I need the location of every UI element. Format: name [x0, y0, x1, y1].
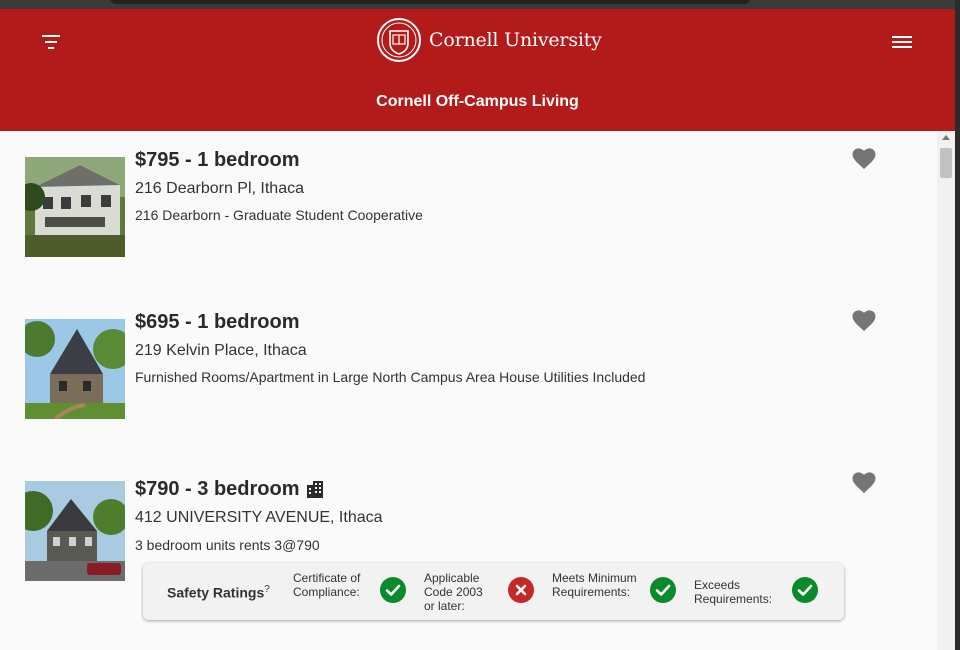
safety-ratings-card: Safety Ratings? Certificate of Complianc…	[143, 563, 844, 620]
safety-item-label: Meets Minimum Requirements:	[552, 571, 637, 599]
favorite-button[interactable]	[852, 472, 876, 494]
hamburger-menu-icon	[892, 36, 912, 48]
listing-description: 3 bedroom units rents 3@790	[135, 537, 320, 553]
brand-name: Cornell University	[429, 29, 602, 51]
heart-icon	[852, 472, 876, 493]
safety-item-label: Certificate of Compliance:	[293, 571, 361, 599]
scrollbar[interactable]	[937, 131, 955, 650]
window-edge	[955, 0, 960, 650]
menu-button[interactable]	[889, 31, 915, 53]
app-header: Cornell University Cornell Off-Campus Li…	[0, 9, 955, 131]
browser-address-bar[interactable]	[110, 0, 750, 4]
favorite-button[interactable]	[852, 148, 876, 170]
building-icon	[306, 481, 323, 498]
heart-icon	[852, 310, 876, 331]
listing-price[interactable]: $695 - 1 bedroom	[135, 311, 300, 334]
page-title: Cornell Off-Campus Living	[376, 93, 579, 110]
safety-item-label: Applicable Code 2003 or later:	[424, 571, 483, 613]
check-circle-icon	[792, 577, 818, 603]
listing-photo[interactable]	[25, 481, 125, 581]
scroll-up-arrow-icon[interactable]	[942, 135, 950, 140]
listing-address: 412 UNIVERSITY AVENUE, Ithaca	[135, 509, 383, 526]
safety-item-label: Exceeds Requirements:	[694, 578, 773, 606]
filter-icon	[42, 35, 60, 49]
filter-button[interactable]	[38, 31, 64, 53]
browser-chrome-strip	[0, 0, 960, 9]
listing-price-text: $790 - 3 bedroom	[135, 478, 300, 500]
listing-price[interactable]: $795 - 1 bedroom	[135, 149, 300, 172]
x-circle-icon	[508, 577, 534, 603]
safety-ratings-label: Safety Ratings	[167, 584, 265, 601]
listing-photo[interactable]	[25, 319, 125, 419]
listing-description: Furnished Rooms/Apartment in Large North…	[135, 369, 646, 385]
safety-help-icon[interactable]: ?	[264, 584, 270, 595]
listing-address: 219 Kelvin Place, Ithaca	[135, 342, 307, 359]
listing-price[interactable]: $790 - 3 bedroom	[135, 478, 324, 501]
favorite-button[interactable]	[852, 310, 876, 332]
safety-ratings-title: Safety Ratings?	[167, 584, 270, 601]
cornell-logo[interactable]: Cornell University	[376, 17, 602, 63]
cornell-seal-icon	[377, 18, 421, 62]
listings-list: $795 - 1 bedroom 216 Dearborn Pl, Ithaca…	[0, 131, 937, 650]
check-circle-icon	[650, 577, 676, 603]
heart-icon	[852, 148, 876, 169]
scrollbar-thumb[interactable]	[940, 148, 952, 178]
listing-address: 216 Dearborn Pl, Ithaca	[135, 180, 304, 197]
listing-photo[interactable]	[25, 157, 125, 257]
listing-description: 216 Dearborn - Graduate Student Cooperat…	[135, 207, 423, 223]
check-circle-icon	[380, 577, 406, 603]
